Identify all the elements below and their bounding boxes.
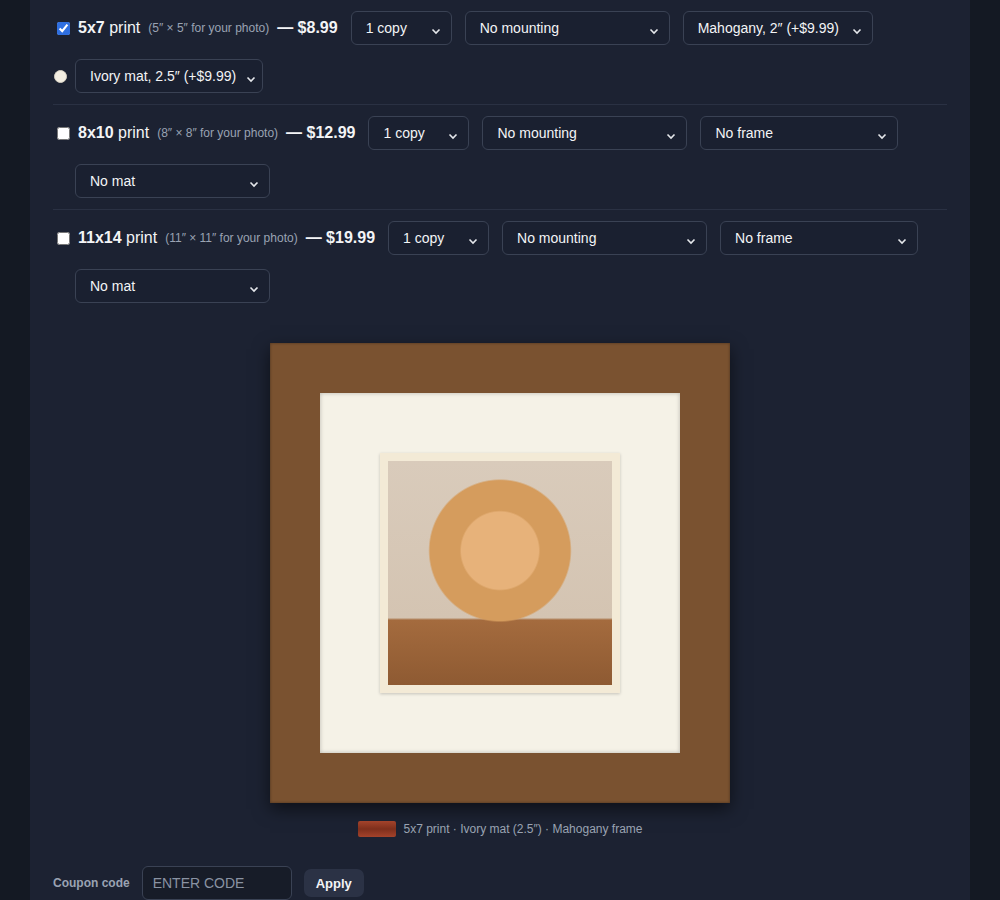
quantity-select-value: 1 copy [403, 230, 444, 246]
print-note: (11″ × 11″ for your photo) [165, 231, 297, 245]
frame-swatch [358, 821, 396, 837]
coupon-row: Coupon code Apply [53, 866, 947, 900]
mounting-select[interactable]: No mounting [502, 221, 707, 255]
mat-swatch-slot [53, 279, 68, 293]
chevron-down-icon [852, 23, 862, 33]
print-options-panel: 5x7 print (5″ × 5″ for your photo) — $8.99… [30, 0, 970, 900]
quantity-select-value: 1 copy [383, 125, 424, 141]
print-option-line: 8x10 print (8″ × 8″ for your photo) — $12.… [53, 116, 947, 150]
print-name: 8x10 print [78, 124, 149, 142]
print-note: (5″ × 5″ for your photo) [148, 21, 269, 35]
print-name: 5x7 print [78, 19, 140, 37]
frame-select[interactable]: No frame [700, 116, 898, 150]
mat-select[interactable]: No mat [75, 269, 270, 303]
preview-photo [380, 453, 620, 693]
print-option-label: 5x7 print (5″ × 5″ for your photo) — $8.99 [53, 19, 338, 37]
print-checkbox[interactable] [57, 127, 70, 140]
print-option: 11x14 print (11″ × 11″ for your photo) — $… [53, 210, 947, 314]
chevron-down-icon [666, 128, 676, 138]
print-option-label: 8x10 print (8″ × 8″ for your photo) — $12.… [53, 124, 355, 142]
chevron-down-icon [246, 71, 256, 81]
print-option: 5x7 print (5″ × 5″ for your photo) — $8.99… [53, 0, 947, 105]
print-option-label: 11x14 print (11″ × 11″ for your photo) — $… [53, 229, 375, 247]
mounting-select[interactable]: No mounting [482, 116, 687, 150]
chevron-down-icon [649, 23, 659, 33]
print-size: 8x10 [78, 124, 114, 141]
photo-image [388, 461, 612, 685]
mounting-select-value: No mounting [517, 230, 596, 246]
mat-select-value: Ivory mat, 2.5″ (+$9.99) [90, 68, 236, 84]
chevron-down-icon [877, 128, 887, 138]
print-price: — $19.99 [306, 229, 375, 247]
chevron-down-icon [897, 233, 907, 243]
caption-text: 5x7 print · Ivory mat (2.5″) · Mahogany … [404, 822, 643, 836]
frame-preview: 5x7 print · Ivory mat (2.5″) · Mahogany … [53, 343, 947, 837]
print-suffix: print [118, 124, 149, 141]
print-price: — $8.99 [277, 19, 337, 37]
frame-select-value: Mahogany, 2″ (+$9.99) [698, 20, 839, 36]
mat-select[interactable]: Ivory mat, 2.5″ (+$9.99) [75, 59, 263, 93]
print-option-line: Ivory mat, 2.5″ (+$9.99) [53, 59, 947, 93]
print-price: — $12.99 [286, 124, 355, 142]
print-option-line: No mat [53, 164, 947, 198]
print-checkbox[interactable] [57, 22, 70, 35]
print-size: 11x14 [78, 229, 122, 246]
chevron-down-icon [249, 176, 259, 186]
mat-swatch-slot [53, 174, 68, 188]
mounting-select[interactable]: No mounting [465, 11, 670, 45]
coupon-input[interactable] [142, 866, 292, 900]
print-option-line: 5x7 print (5″ × 5″ for your photo) — $8.99… [53, 11, 947, 45]
mat-swatch-dot [54, 70, 67, 83]
chevron-down-icon [686, 233, 696, 243]
preview-frame [270, 343, 730, 803]
chevron-down-icon [249, 281, 259, 291]
frame-select[interactable]: Mahogany, 2″ (+$9.99) [683, 11, 873, 45]
print-suffix: print [109, 19, 140, 36]
mat-swatch-slot [53, 69, 68, 83]
print-option: 8x10 print (8″ × 8″ for your photo) — $12.… [53, 105, 947, 210]
mat-select-value: No mat [90, 173, 135, 189]
apply-button[interactable]: Apply [304, 869, 364, 897]
preview-mat [320, 393, 680, 753]
frame-select-value: No frame [715, 125, 773, 141]
print-name: 11x14 print [78, 229, 157, 247]
chevron-down-icon [468, 233, 478, 243]
mounting-select-value: No mounting [480, 20, 559, 36]
quantity-select[interactable]: 1 copy [388, 221, 489, 255]
chevron-down-icon [431, 23, 441, 33]
quantity-select-value: 1 copy [366, 20, 407, 36]
print-note: (8″ × 8″ for your photo) [157, 126, 278, 140]
print-checkbox[interactable] [57, 232, 70, 245]
print-option-line: 11x14 print (11″ × 11″ for your photo) — $… [53, 221, 947, 255]
frame-select-value: No frame [735, 230, 793, 246]
coupon-label: Coupon code [53, 876, 130, 890]
mounting-select-value: No mounting [497, 125, 576, 141]
preview-caption: 5x7 print · Ivory mat (2.5″) · Mahogany … [358, 821, 643, 837]
mat-select[interactable]: No mat [75, 164, 270, 198]
print-suffix: print [126, 229, 157, 246]
frame-select[interactable]: No frame [720, 221, 918, 255]
print-option-line: No mat [53, 269, 947, 303]
chevron-down-icon [448, 128, 458, 138]
quantity-select[interactable]: 1 copy [368, 116, 469, 150]
mat-select-value: No mat [90, 278, 135, 294]
quantity-select[interactable]: 1 copy [351, 11, 452, 45]
print-size: 5x7 [78, 19, 105, 36]
